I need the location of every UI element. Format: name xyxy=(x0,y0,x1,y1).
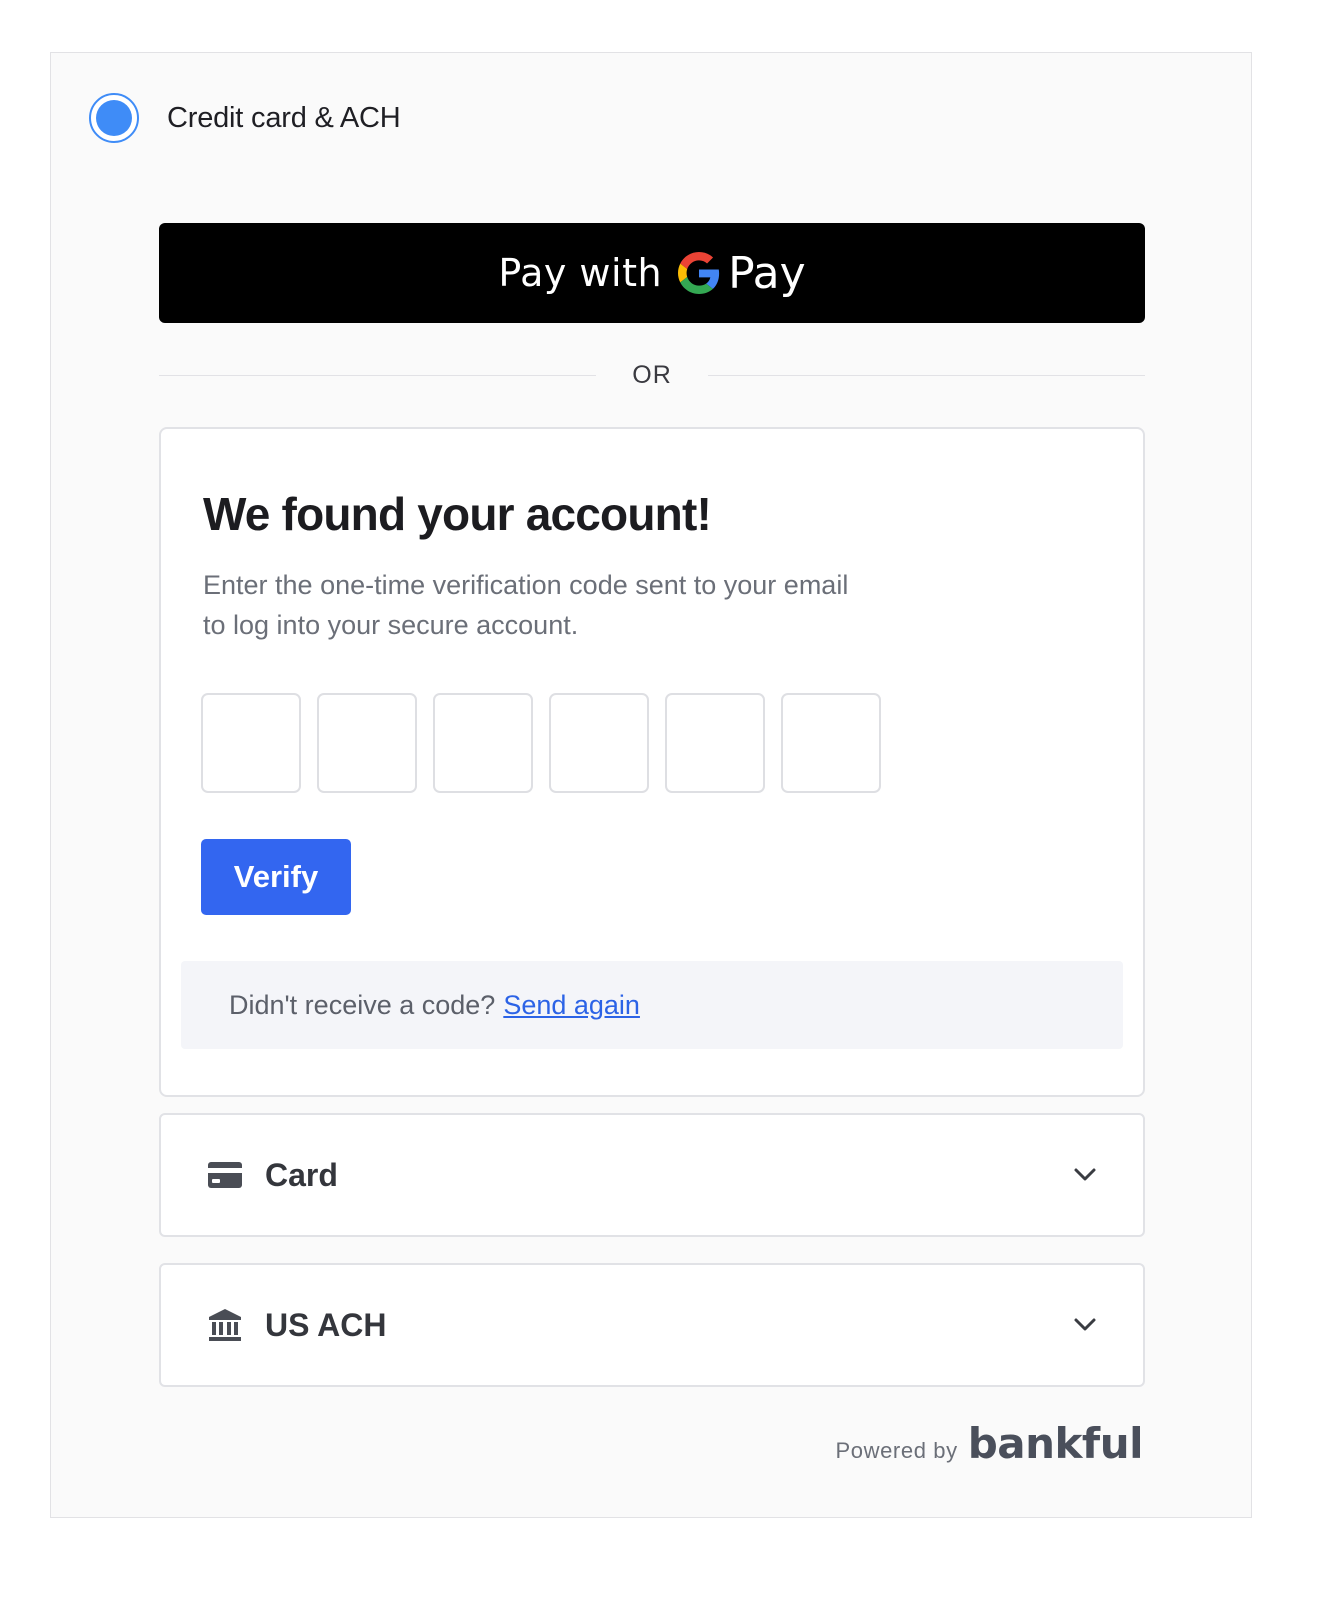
send-again-link[interactable]: Send again xyxy=(503,990,640,1021)
bankful-logo: bankful xyxy=(967,1419,1144,1468)
otp-digit-3[interactable] xyxy=(433,693,533,793)
us-ach-accordion-label: US ACH xyxy=(265,1306,387,1343)
radio-selected-dot xyxy=(96,100,132,136)
otp-digit-4[interactable] xyxy=(549,693,649,793)
or-divider-text: OR xyxy=(632,360,672,389)
chevron-down-icon xyxy=(1073,1317,1097,1333)
otp-digit-6[interactable] xyxy=(781,693,881,793)
verification-card: We found your account! Enter the one-tim… xyxy=(159,427,1145,1097)
payment-method-option[interactable]: Credit card & ACH xyxy=(89,91,401,145)
google-g-icon xyxy=(678,252,720,294)
otp-digit-1[interactable] xyxy=(201,693,301,793)
otp-digit-2[interactable] xyxy=(317,693,417,793)
gpay-prefix: Pay with xyxy=(498,251,663,295)
chevron-down-icon xyxy=(1073,1167,1097,1183)
payment-method-label: Credit card & ACH xyxy=(167,101,401,134)
otp-digit-5[interactable] xyxy=(665,693,765,793)
credit-card-icon xyxy=(207,1159,243,1191)
resend-code-box: Didn't receive a code? Send again xyxy=(181,961,1123,1049)
verification-title: We found your account! xyxy=(203,488,712,540)
verify-button[interactable]: Verify xyxy=(201,839,351,915)
otp-code-inputs xyxy=(201,693,881,793)
or-divider: OR xyxy=(159,357,1145,393)
card-accordion-label: Card xyxy=(265,1156,338,1193)
us-ach-accordion[interactable]: US ACH xyxy=(159,1263,1145,1387)
bank-icon xyxy=(207,1309,243,1341)
gpay-suffix: Pay xyxy=(728,247,806,299)
divider-line-right xyxy=(707,374,1145,376)
powered-by-footer: Powered by bankful xyxy=(836,1419,1144,1468)
divider-line-left xyxy=(159,374,597,376)
powered-by-text: Powered by xyxy=(835,1438,958,1463)
card-accordion[interactable]: Card xyxy=(159,1113,1145,1237)
google-pay-button[interactable]: Pay with Pay xyxy=(159,223,1145,323)
resend-prompt: Didn't receive a code? xyxy=(229,989,496,1020)
verification-description: Enter the one-time verification code sen… xyxy=(203,570,849,640)
payment-method-radio[interactable] xyxy=(89,93,139,143)
checkout-panel: Credit card & ACH Pay with Pay OR We fou… xyxy=(50,52,1252,1518)
